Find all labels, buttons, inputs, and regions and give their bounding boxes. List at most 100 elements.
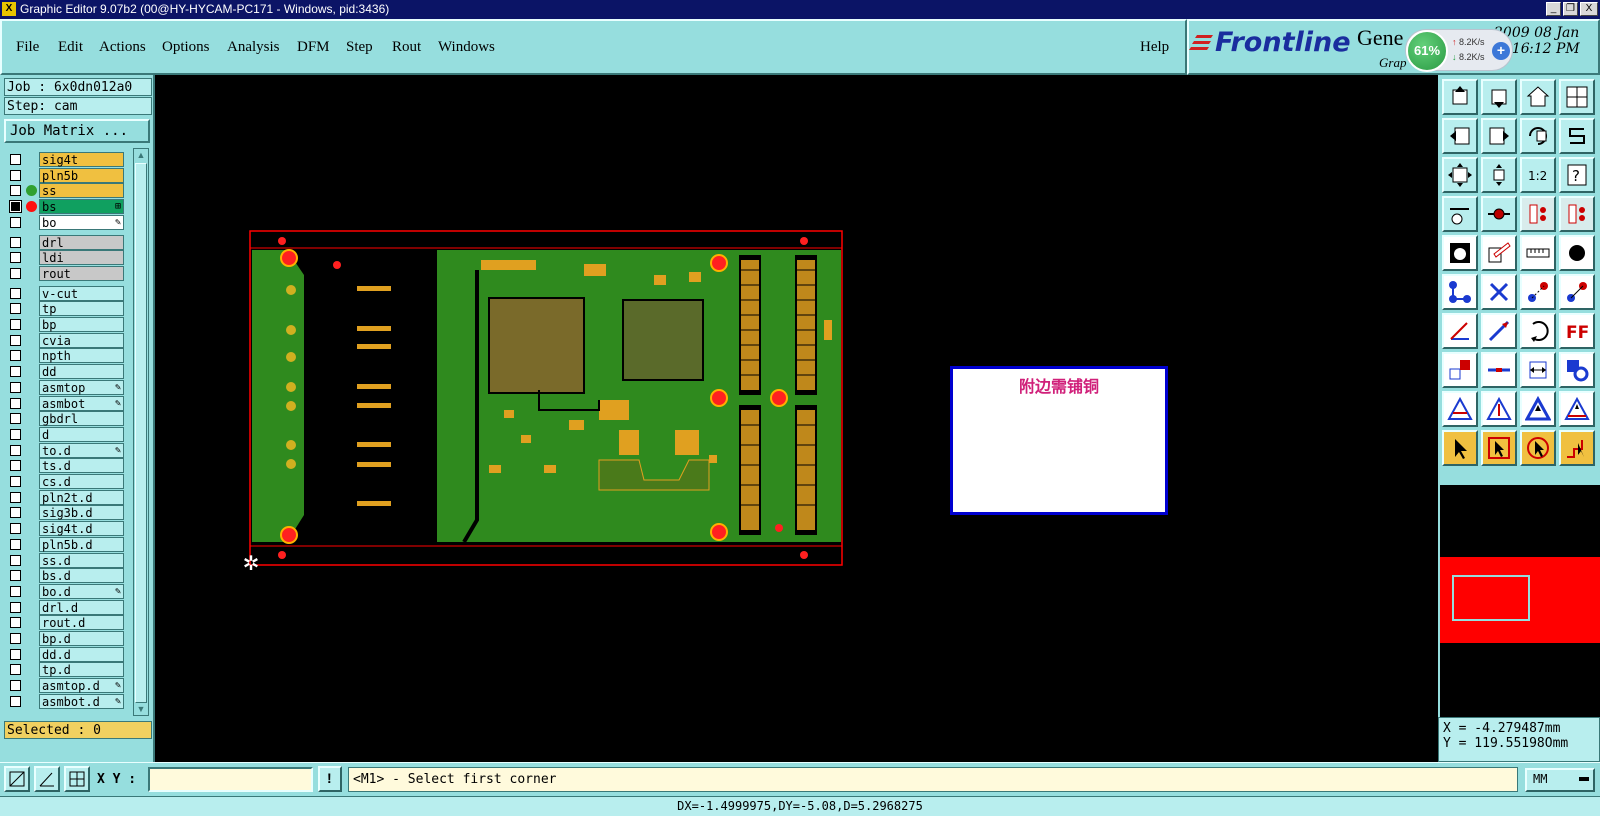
layer-checkbox[interactable] (10, 585, 21, 597)
triangle-d-button[interactable] (1559, 391, 1595, 427)
layer-row[interactable]: sig3b.d (6, 505, 124, 521)
layer-checkbox[interactable] (10, 236, 21, 248)
layer-name[interactable]: ts.d (39, 458, 124, 474)
layer-scrollbar[interactable]: ▲ ▼ (133, 148, 149, 716)
redraw-button[interactable] (1559, 118, 1595, 154)
layer-checkbox[interactable] (10, 366, 21, 378)
layer-checkbox[interactable] (10, 185, 21, 197)
select-circle-button[interactable] (1442, 235, 1478, 271)
layer-row[interactable]: asmbot.d ✎ (6, 693, 124, 709)
layer-row[interactable]: sig4t.d (6, 521, 124, 537)
measure-button[interactable] (1442, 196, 1478, 232)
layer-checkbox[interactable] (10, 334, 21, 346)
layer-row[interactable]: tp (6, 301, 124, 317)
shapes-button[interactable] (1559, 352, 1595, 388)
undo-view-button[interactable] (1520, 118, 1556, 154)
layer-name[interactable]: bs.d (39, 568, 124, 584)
home-button[interactable] (1520, 79, 1556, 115)
layer-swap-button[interactable] (1559, 196, 1595, 232)
layer-name[interactable]: asmbot ✎ (39, 395, 124, 411)
layer-name[interactable]: asmtop ✎ (39, 379, 124, 395)
layer-row[interactable]: pln2t.d (6, 489, 124, 505)
layer-name[interactable]: asmtop.d ✎ (39, 678, 124, 694)
layer-name[interactable]: dd (39, 364, 124, 380)
pointer-route-button[interactable] (1559, 430, 1595, 466)
layer-row[interactable]: pln5b.d (6, 536, 124, 552)
layer-checkbox[interactable] (10, 680, 21, 692)
menu-options[interactable]: Options (162, 39, 210, 56)
layer-checkbox[interactable] (10, 252, 21, 264)
grid-mode-button[interactable] (64, 766, 90, 792)
snap-mode-button[interactable] (4, 766, 30, 792)
layer-name[interactable]: bo.d ✎ (39, 583, 124, 599)
layer-checkbox[interactable] (10, 538, 21, 550)
move-button[interactable] (1520, 274, 1556, 310)
layer-checkbox[interactable] (9, 200, 22, 214)
layer-row[interactable]: cs.d (6, 474, 124, 489)
layer-row[interactable]: npth (6, 348, 124, 364)
layer-row[interactable]: pln5b (6, 167, 124, 183)
layer-checkbox[interactable] (10, 554, 21, 566)
layer-name[interactable]: rout (39, 265, 124, 281)
layer-row[interactable]: dd.d (6, 646, 124, 662)
layer-name[interactable]: cs.d (39, 474, 124, 489)
alert-button[interactable]: ! (318, 766, 342, 792)
layer-checkbox[interactable] (10, 381, 21, 393)
layer-checkbox[interactable] (10, 267, 21, 279)
layer-name[interactable]: sig4t (39, 152, 124, 167)
menu-windows[interactable]: Windows (438, 39, 495, 56)
layer-row[interactable]: dd (6, 364, 124, 380)
layer-name[interactable]: sig4t.d (39, 521, 124, 537)
layer-checkbox[interactable] (10, 648, 21, 660)
job-matrix-button[interactable]: Job Matrix ... (4, 119, 150, 143)
layer-name[interactable]: ss.d (39, 552, 124, 568)
pointer-button[interactable] (1442, 430, 1478, 466)
pointer-circle-button[interactable] (1520, 430, 1556, 466)
layer-name[interactable]: rout.d (39, 615, 124, 631)
layer-row[interactable]: d (6, 426, 124, 442)
layer-checkbox[interactable] (10, 319, 21, 330)
layer-name[interactable]: v-cut (39, 285, 124, 301)
layer-checkbox[interactable] (10, 523, 21, 535)
zoom-out-button[interactable] (1481, 79, 1517, 115)
arc-button[interactable] (1481, 313, 1517, 349)
layer-checkbox[interactable] (10, 491, 21, 503)
layer-row[interactable]: bp (6, 317, 124, 332)
layer-compare-button[interactable] (1520, 196, 1556, 232)
layer-name[interactable]: ldi (39, 250, 124, 266)
scroll-up-arrow-icon[interactable]: ▲ (136, 150, 146, 160)
zoom-1to2-button[interactable]: 1:2 (1520, 157, 1556, 193)
layer-name[interactable]: pln2t.d (39, 489, 124, 505)
layer-name[interactable]: dd.d (39, 646, 124, 662)
layer-checkbox[interactable] (10, 350, 21, 362)
layer-checkbox[interactable] (10, 303, 21, 315)
pcb-board-view[interactable] (249, 230, 856, 568)
layer-name[interactable]: tp.d (39, 662, 124, 678)
layer-checkbox[interactable] (10, 601, 21, 613)
layer-row[interactable]: gbdrl (6, 411, 124, 427)
expand-plus-icon[interactable]: + (1492, 42, 1510, 60)
layer-checkbox[interactable] (10, 428, 21, 440)
pointer-box-button[interactable] (1481, 430, 1517, 466)
zoom-home-button[interactable] (1442, 79, 1478, 115)
layer-row[interactable]: drl.d (6, 599, 124, 615)
triangle-b-button[interactable] (1481, 391, 1517, 427)
line-button[interactable] (1442, 313, 1478, 349)
move-copy-button[interactable] (1559, 274, 1595, 310)
pad-button[interactable] (1559, 235, 1595, 271)
layer-checkbox[interactable] (10, 216, 21, 228)
layer-row[interactable]: asmtop.d ✎ (6, 678, 124, 694)
layer-row[interactable]: rout.d (6, 615, 124, 631)
layer-name[interactable]: tp (39, 301, 124, 317)
layer-checkbox[interactable] (10, 154, 21, 165)
layer-row[interactable]: tp.d (6, 662, 124, 678)
scroll-down-arrow-icon[interactable]: ▼ (136, 704, 146, 714)
triangle-a-button[interactable] (1442, 391, 1478, 427)
layer-row[interactable]: bo ✎ (6, 214, 124, 230)
angle-mode-button[interactable] (34, 766, 60, 792)
overview-window[interactable] (1438, 485, 1600, 717)
rotate-button[interactable] (1520, 313, 1556, 349)
menu-help[interactable]: Help (1140, 39, 1169, 56)
mirror-button[interactable]: FF (1559, 313, 1595, 349)
copy-button[interactable] (1481, 235, 1517, 271)
